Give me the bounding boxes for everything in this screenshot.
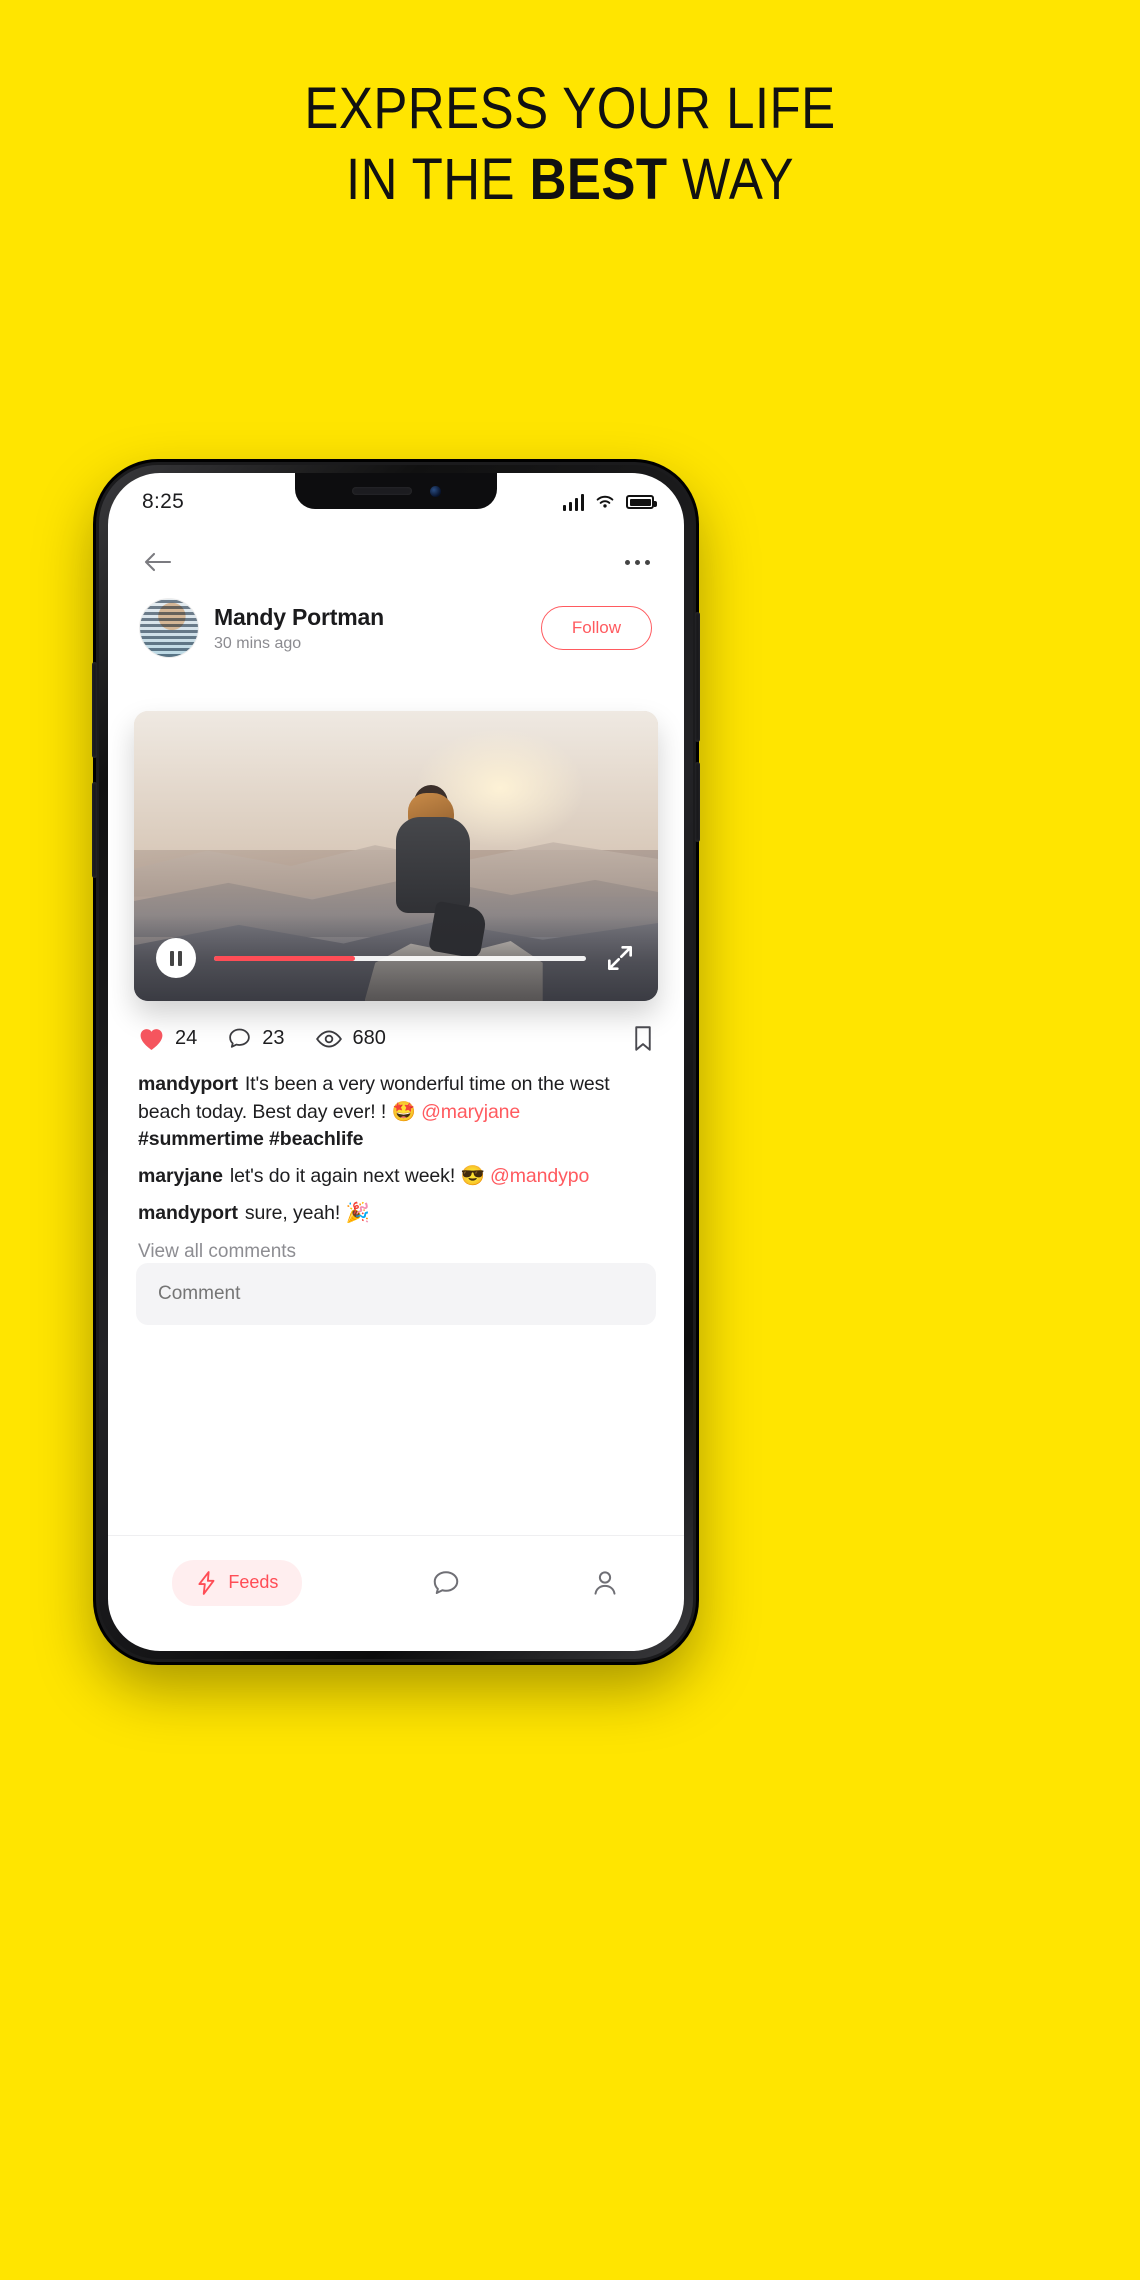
video-progress-bar[interactable] <box>214 955 586 961</box>
comment-user[interactable]: mandyport <box>138 1202 238 1224</box>
list-item[interactable]: mandyport It's been a very wonderful time… <box>138 1071 654 1154</box>
power-button[interactable] <box>695 612 700 742</box>
promo-headline-line2: IN THE BEST WAY <box>68 146 1071 212</box>
back-arrow-icon[interactable] <box>142 551 172 573</box>
comment-emoji: 🤩 <box>391 1100 416 1123</box>
list-item[interactable]: maryjane let's do it again next week! 😎 @… <box>138 1163 654 1191</box>
status-bar-time: 8:25 <box>142 490 185 513</box>
video-progress-fill <box>214 955 356 961</box>
video-controls <box>134 915 658 1001</box>
phone-notch <box>295 473 497 509</box>
comment-user[interactable]: mandyport <box>138 1073 238 1095</box>
comment-emoji: 🎉 <box>345 1201 370 1224</box>
promo-headline: EXPRESS YOUR LIFE IN THE BEST WAY <box>68 76 1071 212</box>
follow-button[interactable]: Follow <box>540 606 652 650</box>
phone-mockup: 8:25 Mandy Portman 30 mins ago Follow 24… <box>92 462 700 1662</box>
app-top-bar <box>108 531 684 593</box>
post-timestamp: 30 mins ago <box>214 634 302 652</box>
comment-input[interactable] <box>158 1283 634 1305</box>
heart-filled-icon[interactable] <box>138 1027 165 1051</box>
view-count: 680 <box>352 1027 386 1049</box>
wifi-icon <box>596 495 614 508</box>
cellular-signal-icon <box>562 493 584 511</box>
author-name: Mandy Portman <box>214 603 384 630</box>
fullscreen-expand-icon[interactable] <box>604 942 636 974</box>
nav-label-feeds: Feeds <box>228 1572 279 1592</box>
lightning-bolt-icon <box>198 1570 215 1595</box>
promo-line2-bold: BEST <box>529 146 668 212</box>
earpiece-speaker-icon <box>351 487 412 495</box>
like-count: 24 <box>175 1027 198 1049</box>
promo-line2-pre: IN THE <box>345 146 530 212</box>
front-camera-icon <box>429 485 441 497</box>
post-author-row: Mandy Portman 30 mins ago Follow <box>108 599 684 657</box>
comment-text: sure, yeah! <box>244 1201 341 1224</box>
secondary-side-button[interactable] <box>695 762 700 842</box>
more-options-icon[interactable] <box>625 559 650 565</box>
pause-icon[interactable] <box>156 938 196 978</box>
nav-item-feeds[interactable]: Feeds <box>172 1559 303 1606</box>
comment-mention[interactable]: @maryjane <box>421 1101 520 1123</box>
view-all-comments-link[interactable]: View all comments <box>138 1241 654 1263</box>
avatar[interactable] <box>140 599 198 657</box>
comment-text: let's do it again next week! <box>229 1165 456 1188</box>
bookmark-icon[interactable] <box>632 1025 654 1052</box>
comment-count: 23 <box>262 1027 285 1049</box>
comment-mention[interactable]: @mandypo <box>490 1165 589 1187</box>
eye-icon[interactable] <box>315 1028 343 1050</box>
like-stat[interactable]: 24 <box>138 1027 197 1051</box>
promo-line2-post: WAY <box>667 146 795 212</box>
phone-screen: 8:25 Mandy Portman 30 mins ago Follow 24… <box>108 473 684 1651</box>
comment-bubble-icon[interactable] <box>227 1026 252 1051</box>
list-item[interactable]: mandyport sure, yeah! 🎉 <box>138 1200 654 1228</box>
view-stat[interactable]: 680 <box>315 1027 386 1050</box>
chat-bubble-icon[interactable] <box>431 1568 461 1598</box>
engagement-bar: 24 23 680 <box>108 1025 684 1052</box>
volume-down-button[interactable] <box>92 782 97 878</box>
comment-input-box[interactable] <box>136 1263 656 1325</box>
author-info: Mandy Portman 30 mins ago <box>214 604 384 653</box>
volume-up-button[interactable] <box>92 662 97 758</box>
promo-headline-line1: EXPRESS YOUR LIFE <box>304 76 836 141</box>
status-bar-icons <box>562 493 657 511</box>
comment-emoji: 😎 <box>460 1165 485 1188</box>
battery-full-icon <box>626 495 657 509</box>
profile-person-icon[interactable] <box>590 1568 620 1598</box>
comments-list: mandyport It's been a very wonderful time… <box>108 1071 684 1263</box>
post-media-video[interactable] <box>134 711 658 1001</box>
comment-user[interactable]: maryjane <box>138 1165 223 1187</box>
bottom-navigation: Feeds <box>108 1535 684 1651</box>
comment-stat[interactable]: 23 <box>227 1026 285 1051</box>
comment-hashtags[interactable]: #summertime #beachlife <box>138 1128 364 1150</box>
